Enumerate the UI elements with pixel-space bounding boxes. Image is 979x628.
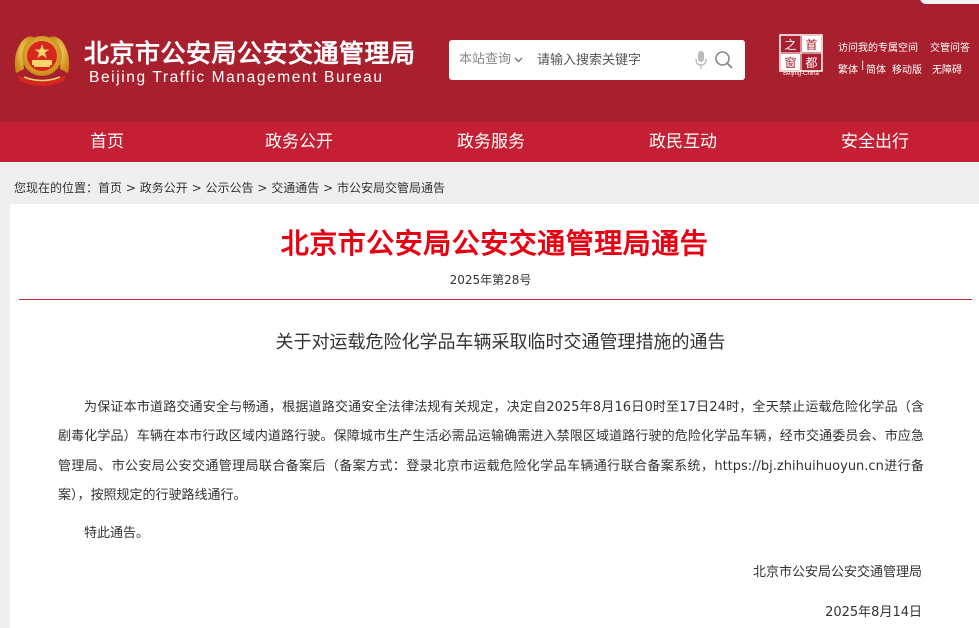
breadcrumb-separator: > xyxy=(125,181,136,195)
breadcrumb-item-home[interactable]: 首页 xyxy=(98,181,122,195)
mobile-version-link[interactable]: 移动版 xyxy=(892,61,922,76)
notice-title: 北京市公安局公安交通管理局通告 xyxy=(280,227,709,260)
article-panel: 北京市公安局公安交通管理局通告 2025年第28号 关于对运载危险化学品车辆采取… xyxy=(10,204,979,628)
search-scope-label: 本站查询 xyxy=(459,52,512,67)
nav-item-home[interactable]: 首页 xyxy=(11,122,203,162)
breadcrumb-separator: > xyxy=(323,181,334,195)
notice-subtitle: 关于对运载危险化学品车辆采取临时交通管理措施的通告 xyxy=(275,332,726,353)
search-box: 本站查询 xyxy=(449,40,745,80)
breadcrumb: 您现在的位置：首页 > 政务公开 > 公示公告 > 交通通告 > 市公安局交管局… xyxy=(14,179,445,196)
capital-logo-caption: Beijing-China xyxy=(783,71,819,77)
notice-date: 2025年8月14日 xyxy=(825,605,922,620)
breadcrumb-item-bureau-notices[interactable]: 市公安局交管局通告 xyxy=(337,181,445,195)
chevron-down-icon xyxy=(514,57,523,62)
nav-item-gov-service[interactable]: 政务服务 xyxy=(395,122,587,162)
title-divider xyxy=(19,299,972,300)
notice-issuer: 北京市公安局公安交通管理局 xyxy=(752,565,922,580)
nav-item-safe-travel[interactable]: 安全出行 xyxy=(779,122,971,162)
capital-window-logo[interactable]: 之 首 窗 都 Beijing-China xyxy=(779,34,823,82)
breadcrumb-separator: > xyxy=(191,181,202,195)
svg-text:之: 之 xyxy=(784,38,796,52)
svg-text:都: 都 xyxy=(805,56,817,70)
site-header: 北京市公安局公安交通管理局 Beijing Traffic Management… xyxy=(0,0,979,122)
notice-closing: 特此通告。 xyxy=(84,526,150,541)
breadcrumb-separator: > xyxy=(257,181,268,195)
svg-text:首: 首 xyxy=(805,38,817,52)
traffic-qa-link[interactable]: 交管问答 xyxy=(930,39,970,54)
search-input[interactable] xyxy=(537,48,687,72)
accessibility-link[interactable]: 无障碍 xyxy=(932,61,962,76)
breadcrumb-item-traffic-notices[interactable]: 交通通告 xyxy=(271,181,319,195)
search-scope-select[interactable]: 本站查询 xyxy=(459,40,523,80)
nav-item-interaction[interactable]: 政民互动 xyxy=(587,122,779,162)
top-corner-tab[interactable] xyxy=(920,0,979,4)
site-title-english: Beijing Traffic Management Bureau xyxy=(89,69,384,86)
simplified-chinese-link[interactable]: 简体 xyxy=(866,61,886,76)
site-title: 北京市公安局公安交通管理局 xyxy=(84,39,416,68)
link-separator: | xyxy=(861,60,865,71)
national-emblem-icon xyxy=(14,36,70,86)
svg-text:窗: 窗 xyxy=(784,56,796,70)
special-zone-link[interactable]: 访问我的专属空间 xyxy=(838,39,918,54)
search-icon[interactable] xyxy=(714,50,734,70)
microphone-icon[interactable] xyxy=(695,50,707,70)
breadcrumb-item-announcements[interactable]: 公示公告 xyxy=(205,181,253,195)
breadcrumb-prefix: 您现在的位置： xyxy=(14,181,99,195)
main-nav: 首页 政务公开 政务服务 政民互动 安全出行 xyxy=(0,122,979,162)
traditional-chinese-link[interactable]: 繁体 xyxy=(838,61,858,76)
nav-item-gov-affairs[interactable]: 政务公开 xyxy=(203,122,395,162)
breadcrumb-item-gov-affairs[interactable]: 政务公开 xyxy=(140,181,188,195)
notice-number: 2025年第28号 xyxy=(449,273,532,287)
notice-body: 为保证本市道路交通安全与畅通，根据道路交通安全法律法规有关规定，决定自2025年… xyxy=(58,400,924,503)
capital-window-icon: 之 首 窗 都 xyxy=(779,34,823,72)
